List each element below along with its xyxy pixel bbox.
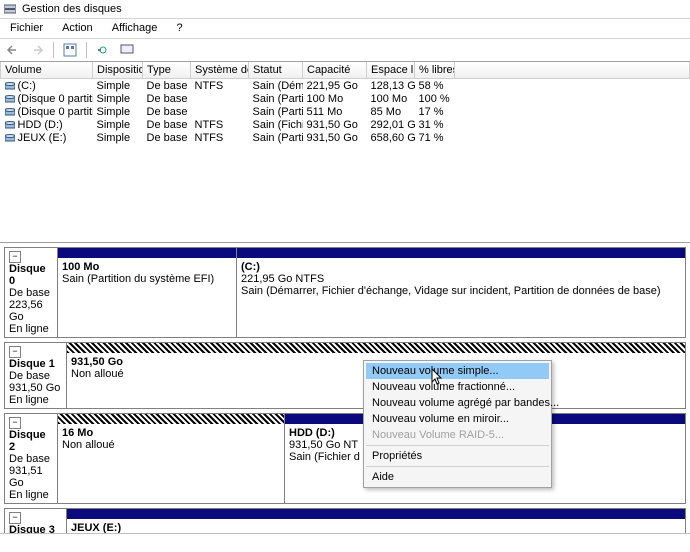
- disk-row[interactable]: −Disque 2De base931,51 GoEn ligne16 MoNo…: [4, 413, 686, 504]
- ctx-new-spanned-volume[interactable]: Nouveau volume fractionné...: [366, 379, 549, 395]
- volume-icon: [5, 107, 15, 117]
- col-free[interactable]: Espace li...: [367, 62, 415, 79]
- menubar: Fichier Action Affichage ?: [0, 19, 690, 39]
- window-title: Gestion des disques: [22, 0, 122, 18]
- col-fs[interactable]: Système de ...: [191, 62, 249, 79]
- titlebar: Gestion des disques: [0, 0, 690, 19]
- partition[interactable]: (C:)221,95 Go NTFSSain (Démarrer, Fichie…: [236, 248, 685, 337]
- nav-back-button[interactable]: [2, 40, 24, 60]
- col-capacity[interactable]: Capacité: [303, 62, 367, 79]
- partition-label: JEUX (E:): [71, 522, 681, 533]
- volume-table[interactable]: Volume Disposition Type Système de ... S…: [0, 62, 690, 243]
- nav-fwd-button[interactable]: [26, 40, 48, 60]
- disk-row[interactable]: −Disque 3De base931,50 GoEn ligneJEUX (E…: [4, 508, 686, 533]
- ctx-new-simple-volume[interactable]: Nouveau volume simple...: [366, 363, 549, 379]
- partition-strip: [237, 248, 685, 258]
- partition-strip: [67, 509, 685, 519]
- disk-info[interactable]: −Disque 0De base223,56 GoEn ligne: [5, 248, 57, 337]
- disk-row[interactable]: −Disque 0De base223,56 GoEn ligne100 MoS…: [4, 247, 686, 338]
- partition[interactable]: 100 MoSain (Partition du système EFI): [57, 248, 236, 337]
- partition-label: 221,95 Go NTFS: [241, 273, 681, 285]
- collapse-icon[interactable]: −: [9, 346, 21, 358]
- ctx-new-mirror-volume[interactable]: Nouveau volume en miroir...: [366, 411, 549, 427]
- partition-label: (C:): [241, 261, 681, 273]
- partition-strip: [58, 414, 284, 424]
- disk-info[interactable]: −Disque 2De base931,51 GoEn ligne: [5, 414, 57, 503]
- ctx-new-striped-volume[interactable]: Nouveau volume agrégé par bandes...: [366, 395, 549, 411]
- ctx-help[interactable]: Aide: [366, 469, 549, 485]
- context-menu: Nouveau volume simple... Nouveau volume …: [363, 360, 552, 488]
- collapse-icon[interactable]: −: [9, 417, 21, 429]
- volume-icon: [5, 94, 15, 104]
- partition-label: 16 Mo: [62, 427, 280, 439]
- col-pct[interactable]: % libres: [415, 62, 455, 79]
- collapse-icon[interactable]: −: [9, 512, 21, 524]
- cursor-icon: [431, 368, 445, 389]
- partition[interactable]: JEUX (E:)931,50 Go NTFSSain (Partition d…: [66, 509, 685, 533]
- partition[interactable]: 16 MoNon alloué: [57, 414, 284, 503]
- partition-label: 100 Mo: [62, 261, 232, 273]
- disk-graphical-view[interactable]: −Disque 0De base223,56 GoEn ligne100 MoS…: [0, 243, 690, 533]
- ctx-sep: [366, 445, 549, 446]
- col-spacer: [455, 62, 690, 79]
- table-row[interactable]: (C:)SimpleDe baseNTFSSain (Dém...221,95 …: [1, 79, 690, 93]
- menu-action[interactable]: Action: [54, 19, 101, 38]
- volume-icon: [5, 120, 15, 130]
- partition-strip: [67, 343, 685, 353]
- volume-icon: [5, 81, 15, 91]
- ctx-new-raid5-volume: Nouveau Volume RAID-5...: [366, 427, 549, 443]
- view-button[interactable]: [59, 40, 81, 60]
- col-volume[interactable]: Volume: [1, 62, 93, 79]
- app-icon: [4, 3, 16, 15]
- table-row[interactable]: HDD (D:)SimpleDe baseNTFSSain (Fichi...9…: [1, 118, 690, 131]
- table-row[interactable]: JEUX (E:)SimpleDe baseNTFSSain (Parti...…: [1, 131, 690, 144]
- disk-info[interactable]: −Disque 3De base931,50 GoEn ligne: [5, 509, 66, 533]
- help-button[interactable]: [116, 40, 138, 60]
- legend-bar: [0, 533, 690, 552]
- disk-info[interactable]: −Disque 1De base931,50 GoEn ligne: [5, 343, 66, 408]
- collapse-icon[interactable]: −: [9, 251, 21, 263]
- partition-strip: [58, 248, 236, 258]
- ctx-properties[interactable]: Propriétés: [366, 448, 549, 464]
- toolbar-sep: [86, 42, 87, 58]
- table-row[interactable]: (Disque 0 partition...SimpleDe baseSain …: [1, 92, 690, 105]
- menu-view[interactable]: Affichage: [104, 19, 166, 38]
- disk-row[interactable]: −Disque 1De base931,50 GoEn ligne931,50 …: [4, 342, 686, 409]
- menu-file[interactable]: Fichier: [2, 19, 51, 38]
- toolbar: [0, 39, 690, 62]
- ctx-sep: [366, 466, 549, 467]
- col-status[interactable]: Statut: [249, 62, 303, 79]
- col-type[interactable]: Type: [143, 62, 191, 79]
- toolbar-sep: [53, 42, 54, 58]
- partition-label: Sain (Partition du système EFI): [62, 273, 232, 285]
- table-row[interactable]: (Disque 0 partition...SimpleDe baseSain …: [1, 105, 690, 118]
- menu-help[interactable]: ?: [168, 19, 190, 38]
- col-layout[interactable]: Disposition: [93, 62, 143, 79]
- partition-label: Non alloué: [62, 439, 280, 451]
- partition-label: Sain (Démarrer, Fichier d'échange, Vidag…: [241, 285, 681, 297]
- volume-icon: [5, 133, 15, 143]
- refresh-button[interactable]: [92, 40, 114, 60]
